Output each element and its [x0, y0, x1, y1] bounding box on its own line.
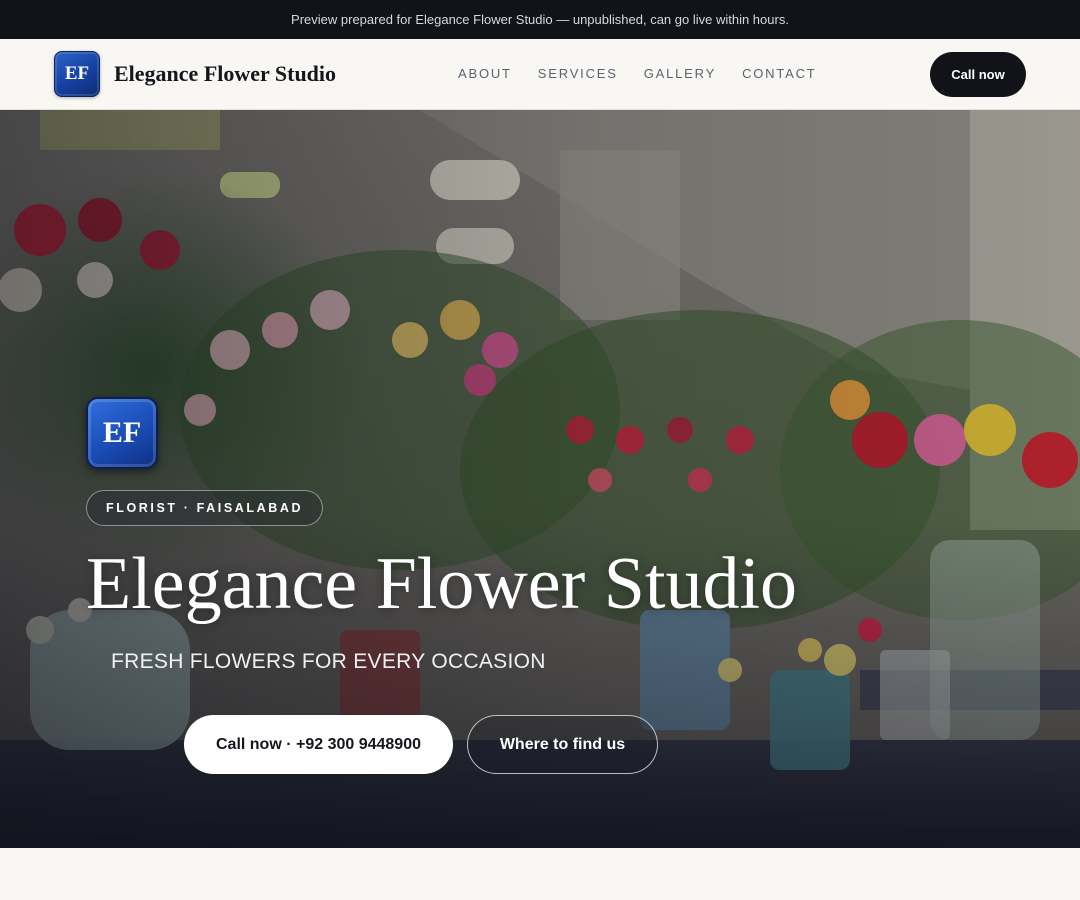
brand-name: Elegance Flower Studio	[114, 61, 337, 86]
hero-section: EF FLORIST · FAISALABAD Elegance Flower …	[0, 110, 1080, 848]
preview-banner: Preview prepared for Elegance Flower Stu…	[0, 0, 1080, 39]
hero-subtitle: FRESH FLOWERS FOR EVERY OCCASION	[111, 650, 546, 673]
preview-banner-text: Preview prepared for Elegance Flower Stu…	[291, 12, 789, 27]
brand[interactable]: EF Elegance Flower Studio	[54, 51, 336, 97]
nav-about[interactable]: ABOUT	[458, 66, 512, 81]
nav-contact[interactable]: CONTACT	[742, 66, 816, 81]
call-phone-button[interactable]: Call now · +92 300 9448900	[184, 715, 453, 774]
call-now-button[interactable]: Call now	[930, 52, 1026, 97]
site-header: EF Elegance Flower Studio ABOUT SERVICES…	[0, 39, 1080, 110]
nav-gallery[interactable]: GALLERY	[644, 66, 716, 81]
nav-services[interactable]: SERVICES	[538, 66, 618, 81]
where-to-find-us-button[interactable]: Where to find us	[467, 715, 658, 774]
brand-logo: EF	[54, 51, 100, 97]
hero-tag: FLORIST · FAISALABAD	[86, 490, 324, 526]
hero-logo: EF	[86, 397, 158, 469]
hero-title: Elegance Flower Studio	[86, 543, 798, 625]
next-section	[0, 848, 1080, 900]
main-nav: ABOUT SERVICES GALLERY CONTACT	[458, 66, 817, 81]
